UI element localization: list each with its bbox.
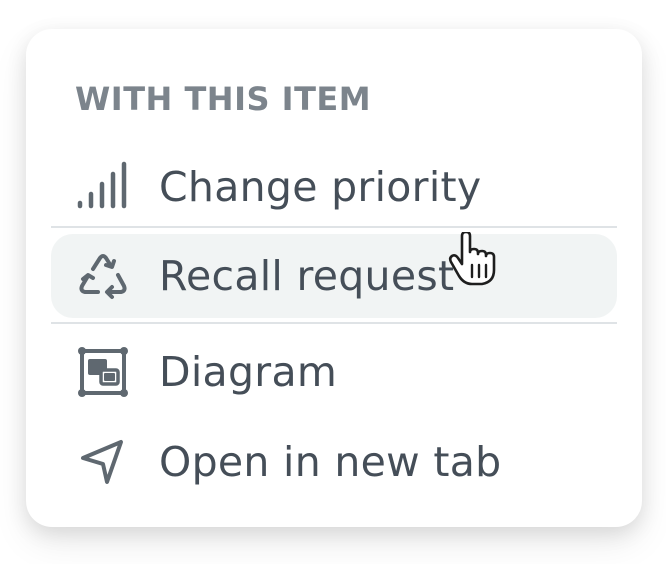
navigation-arrow-icon [77,436,129,488]
recycle-icon [77,250,129,302]
menu-item-open-in-new-tab[interactable]: Open in new tab [51,420,617,504]
menu-item-change-priority[interactable]: Change priority [51,145,617,229]
context-menu: WITH THIS ITEM Change priority Recall re… [26,29,642,527]
menu-item-diagram[interactable]: Diagram [51,330,617,414]
menu-item-label: Change priority [159,163,482,211]
menu-item-recall-request[interactable]: Recall request [51,234,617,318]
hand-pointer-icon [448,230,500,286]
divider [51,322,617,324]
divider [51,226,617,228]
menu-item-label: Open in new tab [159,438,502,486]
section-heading: WITH THIS ITEM [75,80,372,118]
menu-item-label: Diagram [159,348,338,396]
diagram-icon [77,346,129,398]
signal-bars-icon [77,161,129,213]
menu-item-label: Recall request [159,252,455,300]
